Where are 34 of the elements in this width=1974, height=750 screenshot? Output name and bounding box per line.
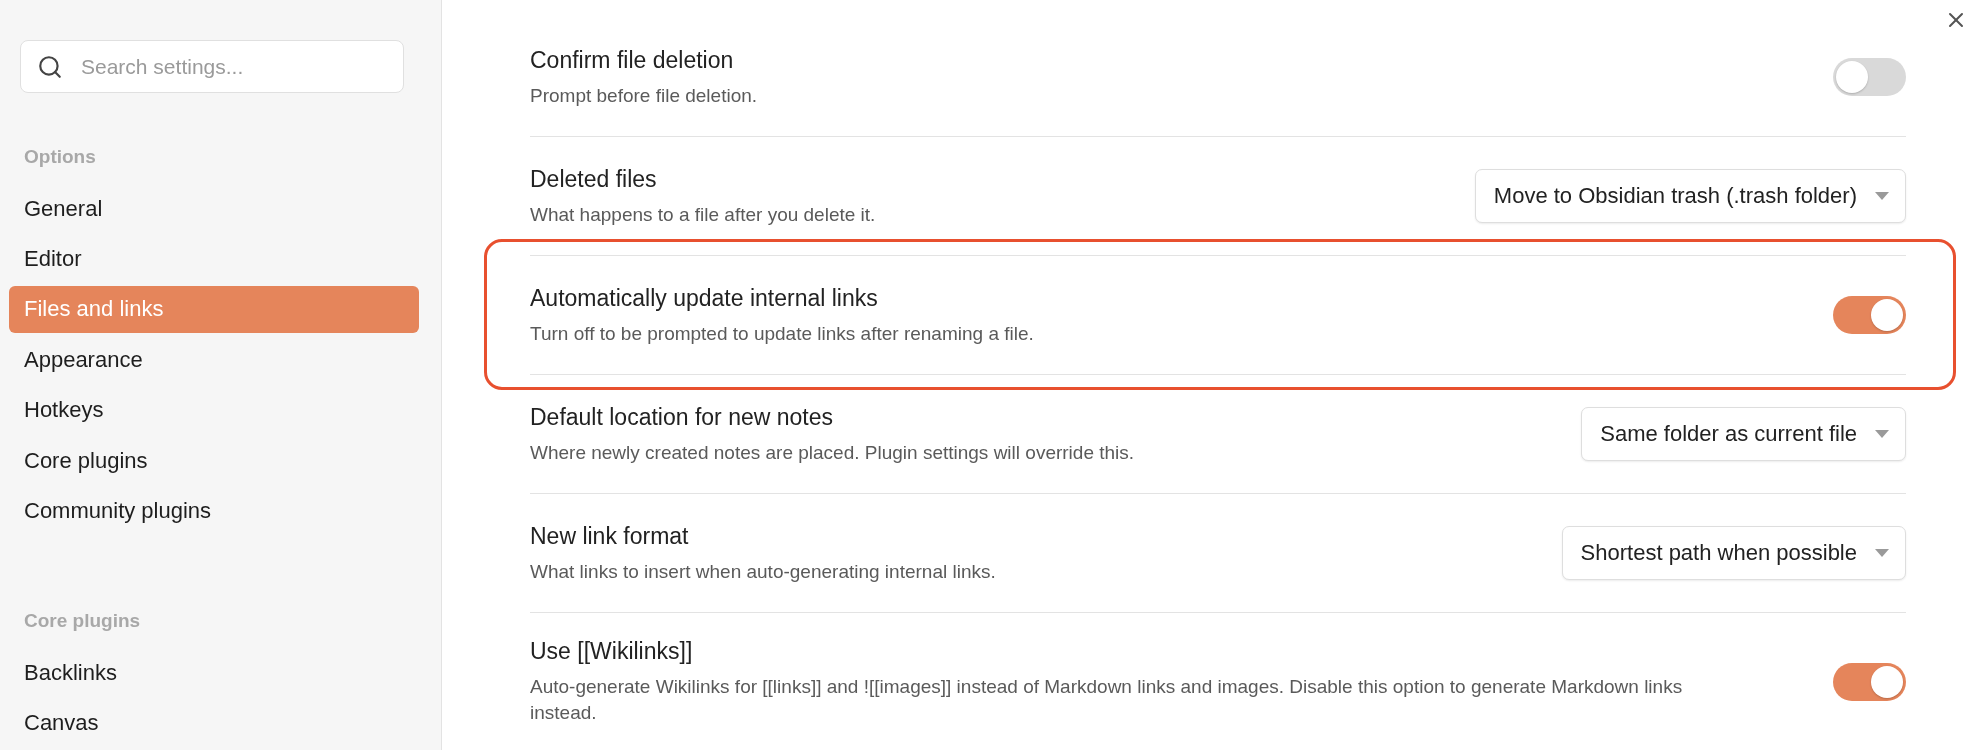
setting-description: Where newly created notes are placed. Plugin settings will override this. bbox=[530, 440, 1136, 465]
setting-title: Deleted files bbox=[530, 164, 658, 194]
search-icon bbox=[37, 53, 63, 80]
setting-title: Confirm file deletion bbox=[530, 45, 735, 75]
setting-description: What links to insert when auto-generating internal links. bbox=[530, 559, 997, 584]
caret-icon bbox=[1875, 549, 1889, 557]
setting-title: Use [[Wikilinks]] bbox=[530, 637, 694, 666]
sidebar-item[interactable]: General bbox=[9, 184, 419, 233]
setting-description: What happens to a file after you delete it. bbox=[530, 202, 877, 227]
setting-description: Auto-generate Wikilinks for [[links]] and ![[images]] instead of Markdown links and images. Disable this option to generate Markdown links instead. bbox=[530, 675, 1684, 725]
setting-description: Turn off to be prompted to update links after renaming a file. bbox=[530, 321, 1035, 346]
sidebar-item[interactable]: Canvas bbox=[9, 699, 419, 747]
sidebar-item[interactable]: Editor bbox=[9, 235, 419, 283]
sidebar-item[interactable]: Hotkeys bbox=[9, 386, 419, 434]
dropdown[interactable]: Same folder as current file bbox=[1581, 407, 1906, 461]
toggle-switch[interactable] bbox=[1833, 662, 1906, 701]
sidebar-item[interactable]: Appearance bbox=[9, 336, 419, 384]
setting-title: New link format bbox=[530, 521, 690, 551]
caret-icon bbox=[1875, 430, 1889, 438]
section-heading: Options bbox=[23, 145, 97, 170]
search-box[interactable]: Search settings... bbox=[20, 40, 404, 94]
section-heading: Core plugins bbox=[23, 609, 142, 634]
sidebar-item[interactable]: Backlinks bbox=[9, 649, 419, 697]
dropdown[interactable]: Move to Obsidian trash (.trash folder) bbox=[1474, 169, 1906, 223]
search-field[interactable]: Search settings... bbox=[79, 53, 387, 80]
toggle-switch[interactable] bbox=[1833, 58, 1906, 96]
dropdown[interactable]: Shortest path when possible bbox=[1561, 526, 1906, 580]
setting-title: Default location for new notes bbox=[530, 402, 834, 432]
caret-icon bbox=[1875, 192, 1889, 200]
setting-title: Automatically update internal links bbox=[530, 283, 879, 313]
toggle-switch[interactable] bbox=[1833, 296, 1906, 334]
sidebar-item[interactable]: Core plugins bbox=[9, 436, 419, 485]
setting-description: Prompt before file deletion. bbox=[530, 83, 759, 108]
sidebar-item[interactable]: Community plugins bbox=[9, 487, 419, 535]
